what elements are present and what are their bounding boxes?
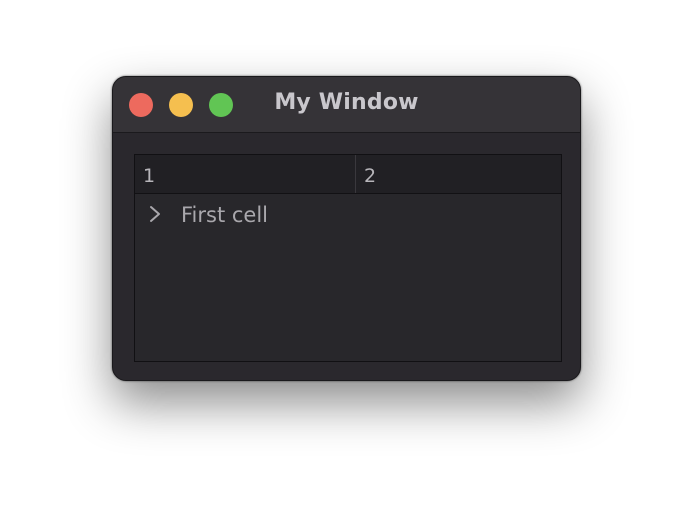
column-header-1[interactable]: 1 bbox=[135, 155, 356, 193]
title-bar[interactable]: My Window bbox=[113, 77, 580, 133]
column-header-2[interactable]: 2 bbox=[356, 155, 561, 193]
table-header: 1 2 bbox=[135, 155, 561, 194]
window-title: My Window bbox=[274, 90, 419, 115]
table-row[interactable]: First cell bbox=[135, 194, 561, 234]
chevron-right-icon[interactable] bbox=[147, 205, 163, 223]
outline-table: 1 2 First cell bbox=[134, 154, 562, 362]
cell-label: First cell bbox=[181, 203, 269, 227]
app-window: My Window 1 2 First cell bbox=[112, 76, 581, 381]
